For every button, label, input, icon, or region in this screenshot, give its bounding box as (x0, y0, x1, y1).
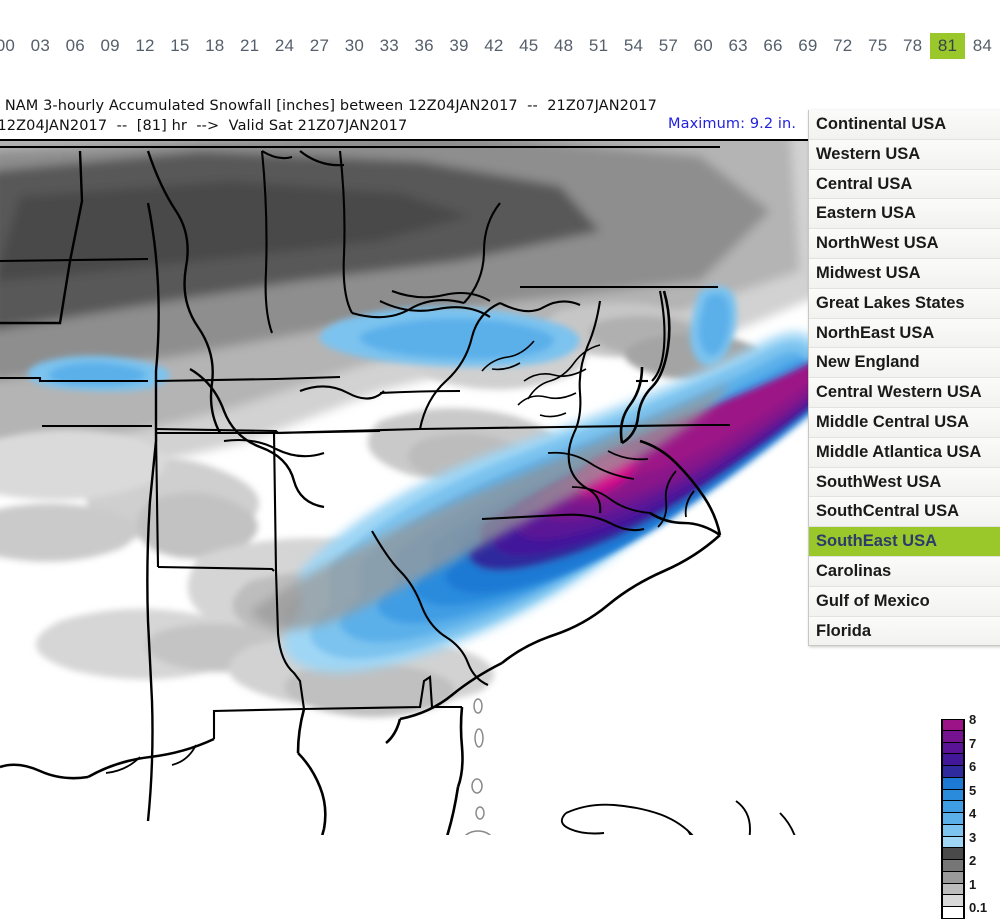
forecast-hour-84[interactable]: 84 (965, 33, 1000, 59)
colorbar-band (943, 824, 963, 837)
region-item-eastern-usa[interactable]: Eastern USA (809, 199, 1000, 230)
forecast-hour-21[interactable]: 21 (232, 33, 267, 59)
forecast-hour-30[interactable]: 30 (337, 33, 372, 59)
region-item-central-western-usa[interactable]: Central Western USA (809, 378, 1000, 408)
forecast-hour-09[interactable]: 09 (93, 33, 128, 59)
forecast-hour-66[interactable]: 66 (756, 33, 791, 59)
region-item-western-usa[interactable]: Western USA (809, 139, 1000, 170)
colorbar-tick-label: 0.1 (969, 900, 988, 916)
forecast-hour-15[interactable]: 15 (162, 33, 197, 59)
colorbar-band (943, 907, 963, 919)
forecast-hour-03[interactable]: 03 (23, 33, 58, 59)
forecast-hour-78[interactable]: 78 (895, 33, 930, 59)
region-item-continental-usa[interactable]: Continental USA (809, 110, 1000, 140)
plot-title-line-1: EP NAM 3-hourly Accumulated Snowfall [in… (0, 98, 657, 114)
region-item-northwest-usa[interactable]: NorthWest USA (809, 229, 1000, 259)
region-item-middle-central-usa[interactable]: Middle Central USA (809, 407, 1000, 438)
forecast-hour-strip: 00 03 06 09 12 15 18 21 24 27 30 33 36 39 42 45 48 51 54 57… (0, 0, 1000, 87)
forecast-hour-27[interactable]: 27 (302, 33, 337, 59)
colorbar-band (943, 860, 963, 872)
forecast-hour-81[interactable]: 81 (930, 33, 965, 59)
forecast-hour-00[interactable]: 00 (0, 33, 23, 59)
region-item-central-usa[interactable]: Central USA (809, 169, 1000, 200)
colorbar-band (943, 813, 963, 825)
colorbar-band (943, 836, 963, 849)
region-item-great-lakes-states[interactable]: Great Lakes States (809, 288, 1000, 319)
colorbar-band (943, 895, 963, 907)
colorbar-tick-label: 5 (969, 782, 977, 798)
forecast-hour-33[interactable]: 33 (372, 33, 407, 59)
region-item-northeast-usa[interactable]: NorthEast USA (809, 318, 1000, 349)
forecast-hour-51[interactable]: 51 (581, 33, 616, 59)
region-item-carolinas[interactable]: Carolinas (809, 556, 1000, 587)
forecast-hour-42[interactable]: 42 (476, 33, 511, 59)
forecast-hour-12[interactable]: 12 (128, 33, 163, 59)
plot-maximum-label: Maximum: 9.2 in. (668, 116, 797, 132)
snowfall-colorbar: 0.1 1 2 3 4 5 6 7 8 (941, 713, 999, 919)
forecast-hour-69[interactable]: 69 (790, 33, 825, 59)
colorbar-band (943, 883, 963, 896)
forecast-hour-63[interactable]: 63 (721, 33, 756, 59)
forecast-hour-36[interactable]: 36 (407, 33, 442, 59)
colorbar-labels: 0.1 1 2 3 4 5 6 7 8 (969, 713, 999, 919)
forecast-hour-60[interactable]: 60 (686, 33, 721, 59)
forecast-hour-48[interactable]: 48 (546, 33, 581, 59)
forecast-hour-24[interactable]: 24 (267, 33, 302, 59)
region-item-southwest-usa[interactable]: SouthWest USA (809, 467, 1000, 498)
forecast-hour-06[interactable]: 06 (58, 33, 93, 59)
colorbar-band (943, 730, 963, 743)
colorbar-band (943, 719, 963, 731)
colorbar-tick-label: 1 (969, 876, 977, 892)
colorbar-tick-label: 6 (969, 759, 977, 775)
region-item-southeast-usa[interactable]: SouthEast USA (809, 527, 1000, 557)
colorbar-band (943, 801, 963, 813)
region-item-gulf-of-mexico[interactable]: Gulf of Mexico (809, 586, 1000, 617)
colorbar-band (943, 848, 963, 860)
forecast-hour-45[interactable]: 45 (511, 33, 546, 59)
colorbar-band (943, 766, 963, 778)
region-item-midwest-usa[interactable]: Midwest USA (809, 258, 1000, 289)
forecast-hour-39[interactable]: 39 (442, 33, 477, 59)
region-item-middle-atlantica-usa[interactable]: Middle Atlantica USA (809, 437, 1000, 468)
colorbar-band (943, 871, 963, 884)
colorbar-tick-label: 8 (969, 712, 977, 727)
colorbar-band (943, 742, 963, 755)
colorbar-tick-label: 7 (969, 735, 977, 751)
forecast-hour-75[interactable]: 75 (860, 33, 895, 59)
colorbar-tick-label: 4 (969, 806, 977, 822)
forecast-hour-72[interactable]: 72 (825, 33, 860, 59)
colorbar-band (943, 754, 963, 766)
forecast-hour-18[interactable]: 18 (197, 33, 232, 59)
forecast-hour-list[interactable]: 00 03 06 09 12 15 18 21 24 27 30 33 36 39 42 45 48 51 54 57… (0, 33, 1000, 59)
colorbar-swatches (941, 719, 965, 919)
region-item-new-england[interactable]: New England (809, 348, 1000, 379)
forecast-hour-57[interactable]: 57 (651, 33, 686, 59)
region-dropdown[interactable]: Continental USA Western USA Central USA Eas… (808, 110, 1000, 647)
region-item-florida[interactable]: Florida (809, 616, 1000, 646)
region-item-southcentral-usa[interactable]: SouthCentral USA (809, 497, 1000, 528)
colorbar-band (943, 789, 963, 802)
forecast-hour-54[interactable]: 54 (616, 33, 651, 59)
colorbar-band (943, 777, 963, 790)
colorbar-tick-label: 2 (969, 853, 977, 869)
